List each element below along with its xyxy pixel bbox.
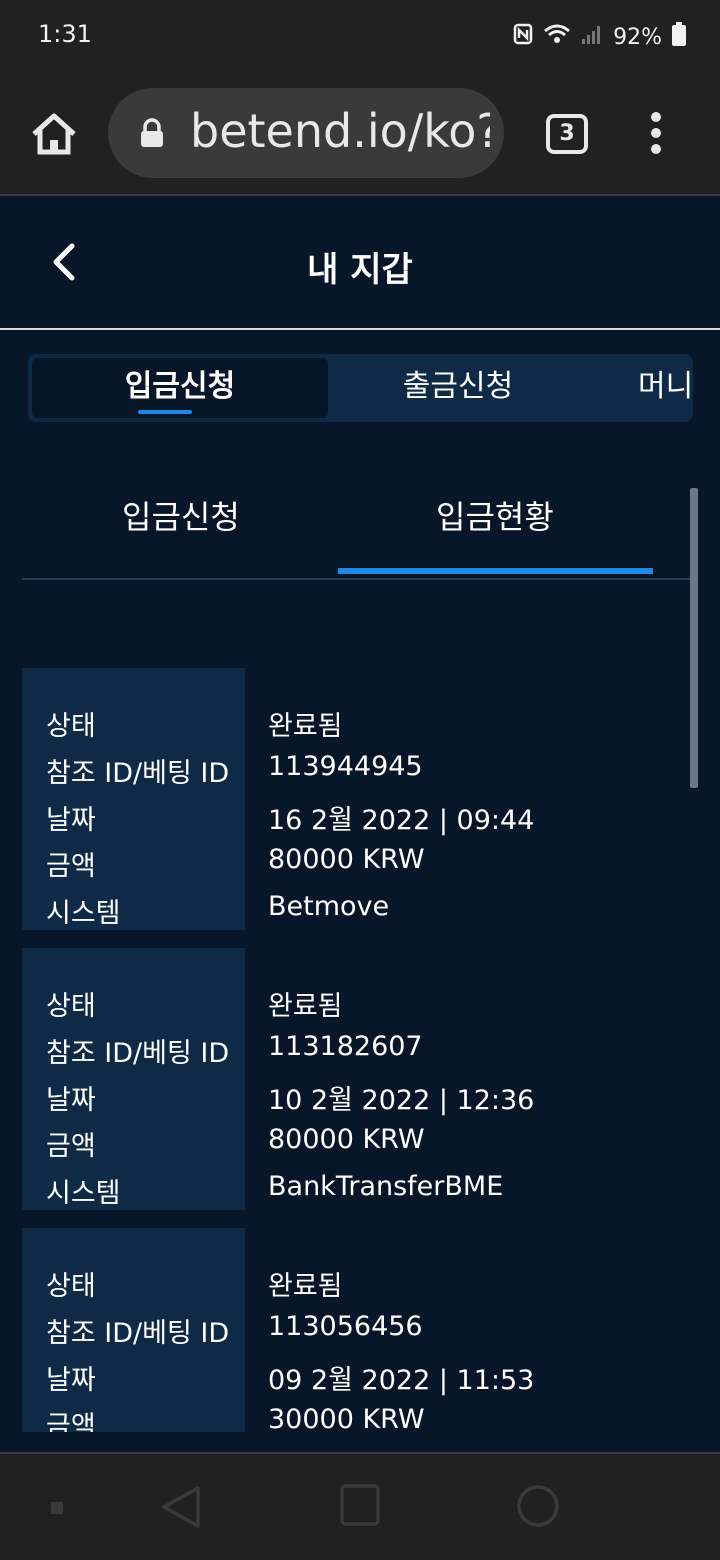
deposit-record: 상태 완료됨 참조 ID/베팅 ID 113182607 날짜 10 2월 20…	[22, 948, 682, 1210]
page-header: 내 지갑	[0, 198, 720, 330]
record-row-status: 상태 완료됨	[22, 698, 682, 744]
active-subtab-indicator	[338, 568, 653, 574]
record-row-amount: 금액 80000 KRW	[22, 1118, 682, 1164]
status-value: 완료됨	[268, 991, 343, 1022]
record-row-system: 시스템 BankTransferBME	[22, 1165, 682, 1211]
deposit-record: 상태 완료됨 참조 ID/베팅 ID 113056456 날짜 09 2월 20…	[22, 1228, 682, 1432]
ref-id-value: 113944945	[268, 751, 423, 782]
home-icon[interactable]	[28, 108, 80, 160]
page-title: 내 지갑	[307, 250, 413, 290]
deposit-record: 상태 완료됨 참조 ID/베팅 ID 113944945 날짜 16 2월 20…	[22, 668, 682, 930]
url-text: betend.io/ko?b	[190, 104, 490, 158]
status-value: 완료됨	[268, 1271, 343, 1302]
amount-label: 금액	[46, 1131, 96, 1162]
amount-label: 금액	[46, 1411, 96, 1432]
battery-percent: 92%	[613, 24, 662, 50]
tabs-icon[interactable]: 3	[546, 114, 588, 154]
nfc-icon	[513, 23, 533, 51]
ref-id-label: 참조 ID/베팅 ID	[46, 1038, 230, 1069]
status-icons: 92%	[513, 22, 686, 52]
tab-money[interactable]: 머니	[638, 358, 693, 418]
amount-label: 금액	[46, 851, 96, 882]
date-value: 16 2월 2022 | 09:44	[268, 805, 535, 836]
back-triangle-icon[interactable]	[160, 1484, 202, 1534]
home-square-icon[interactable]	[340, 1484, 380, 1530]
system-value: BankTransferBME	[268, 1171, 504, 1202]
active-tab-indicator	[138, 410, 192, 414]
deposit-history-list: 상태 완료됨 참조 ID/베팅 ID 113944945 날짜 16 2월 20…	[22, 668, 682, 1432]
record-row-amount: 금액 30000 KRW	[22, 1398, 682, 1432]
tab-label: 입금신청	[124, 369, 236, 404]
battery-icon	[672, 22, 686, 52]
signal-icon	[581, 23, 603, 51]
tab-withdraw-request[interactable]: 출금신청	[328, 358, 588, 418]
record-row-amount: 금액 80000 KRW	[22, 838, 682, 884]
recents-dot-icon[interactable]	[50, 1500, 64, 1519]
ref-id-label: 참조 ID/베팅 ID	[46, 758, 230, 789]
system-label: 시스템	[46, 898, 121, 929]
record-row-status: 상태 완료됨	[22, 978, 682, 1024]
amount-value: 80000 KRW	[268, 1124, 425, 1155]
subtab-deposit-request[interactable]: 입금신청	[122, 492, 240, 538]
record-row-ref: 참조 ID/베팅 ID 113182607	[22, 1025, 682, 1071]
wallet-tabs: 입금신청 출금신청 머니	[28, 354, 693, 422]
date-value: 09 2월 2022 | 11:53	[268, 1365, 535, 1396]
tab-label: 머니	[638, 369, 693, 404]
date-label: 날짜	[46, 1365, 96, 1396]
record-row-ref: 참조 ID/베팅 ID 113056456	[22, 1305, 682, 1351]
more-icon[interactable]	[646, 112, 666, 160]
scrollbar[interactable]	[690, 488, 698, 788]
wifi-icon	[543, 23, 571, 51]
lock-icon	[140, 118, 164, 148]
record-row-ref: 참조 ID/베팅 ID 113944945	[22, 745, 682, 791]
system-label: 시스템	[46, 1178, 121, 1209]
record-row-system: 시스템 Betmove	[22, 885, 682, 931]
address-bar[interactable]: betend.io/ko?b	[108, 88, 504, 178]
ref-id-label: 참조 ID/베팅 ID	[46, 1318, 230, 1349]
system-nav-bar	[0, 1452, 720, 1560]
status-label: 상태	[46, 711, 96, 742]
record-row-date: 날짜 10 2월 2022 | 12:36	[22, 1072, 682, 1118]
status-label: 상태	[46, 991, 96, 1022]
date-value: 10 2월 2022 | 12:36	[268, 1085, 535, 1116]
tab-count: 3	[559, 121, 575, 146]
assistant-circle-icon[interactable]	[516, 1484, 560, 1532]
record-row-status: 상태 완료됨	[22, 1258, 682, 1304]
record-row-date: 날짜 09 2월 2022 | 11:53	[22, 1352, 682, 1398]
tab-label: 출금신청	[402, 369, 514, 404]
status-time: 1:31	[38, 20, 92, 48]
ref-id-value: 113182607	[268, 1031, 423, 1062]
date-label: 날짜	[46, 1085, 96, 1116]
status-label: 상태	[46, 1271, 96, 1302]
record-row-date: 날짜 16 2월 2022 | 09:44	[22, 792, 682, 838]
ref-id-value: 113056456	[268, 1311, 423, 1342]
status-bar: 1:31 92%	[0, 0, 720, 72]
deposit-subtabs: 입금신청 입금현황	[22, 480, 698, 580]
tab-deposit-request[interactable]: 입금신청	[32, 358, 328, 418]
status-value: 완료됨	[268, 711, 343, 742]
amount-value: 80000 KRW	[268, 844, 425, 875]
system-value: Betmove	[268, 891, 390, 922]
date-label: 날짜	[46, 805, 96, 836]
subtab-deposit-status[interactable]: 입금현황	[436, 492, 554, 538]
browser-toolbar: betend.io/ko?b 3	[0, 72, 720, 196]
amount-value: 30000 KRW	[268, 1404, 425, 1432]
